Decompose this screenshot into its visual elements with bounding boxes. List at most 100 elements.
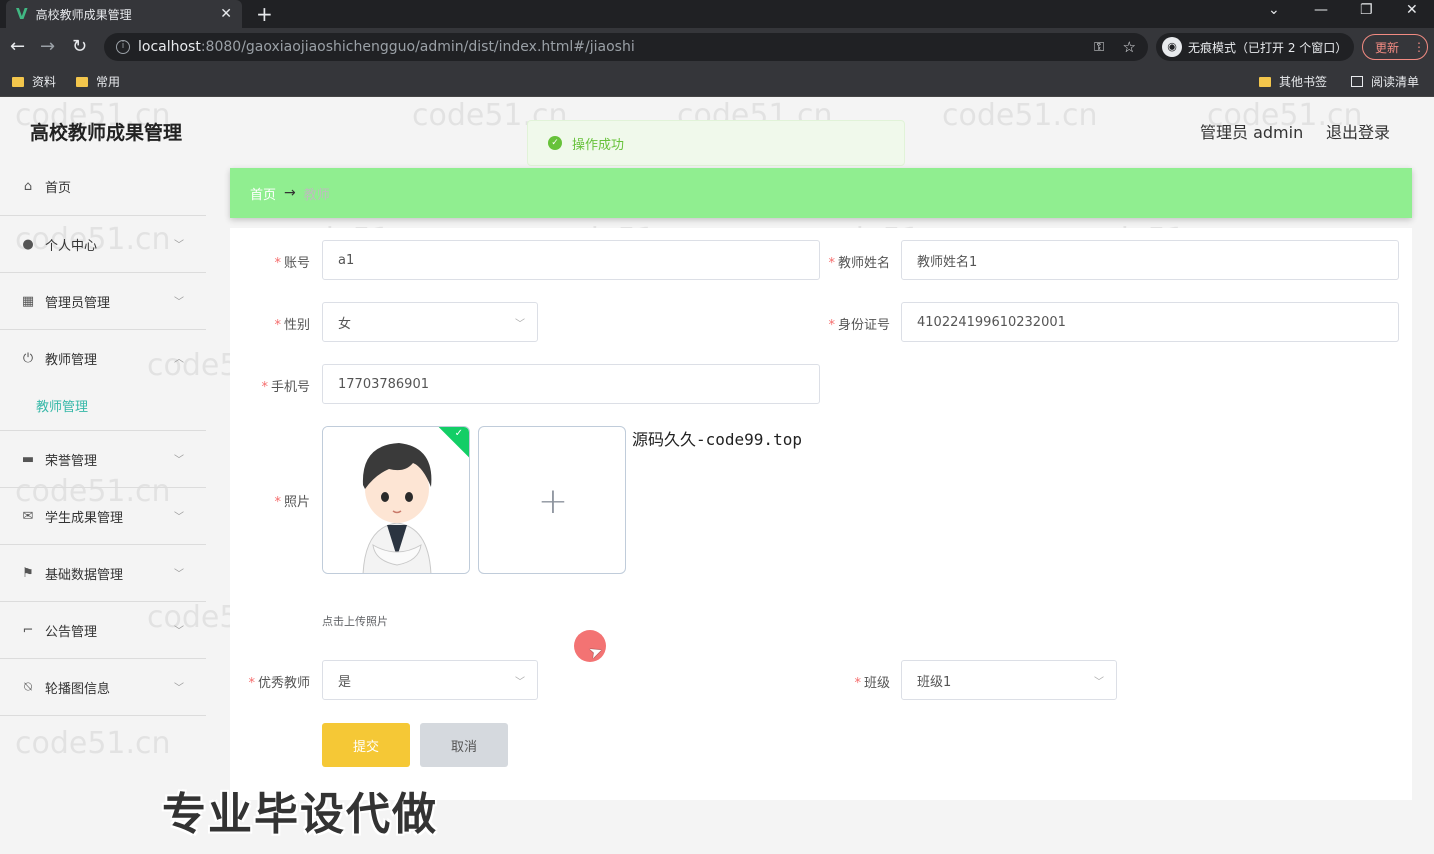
chevron-down-icon: ﹀ (174, 512, 184, 523)
flag-icon: ⚑ (22, 565, 34, 581)
key-icon[interactable]: ⚿ (1094, 40, 1104, 55)
sidebar-item-honors[interactable]: ▬ 荣誉管理 ﹀ (0, 431, 206, 488)
chevron-down-icon[interactable]: ⌄ (1268, 2, 1280, 18)
browser-tab[interactable]: V 高校教师成果管理 ✕ (6, 0, 242, 28)
photo-upload-button[interactable]: + (478, 426, 626, 574)
sidebar-item-student-results[interactable]: ✉ 学生成果管理 ﹀ (0, 488, 206, 545)
account-input[interactable]: a1 (322, 240, 820, 280)
phone-label: * 手机号 (261, 380, 310, 395)
back-icon[interactable]: ← (10, 36, 25, 57)
id-card-input[interactable]: 410224199610232001 (901, 302, 1399, 342)
chevron-down-icon: ﹀ (174, 569, 184, 580)
other-bookmarks[interactable]: 其他书签 (1259, 73, 1327, 90)
person-icon: ● (22, 236, 34, 252)
window-close-icon[interactable]: ✕ (1406, 2, 1418, 18)
chevron-down-icon: ﹀ (1094, 677, 1104, 688)
sidebar-item-home[interactable]: ⌂ 首页 (0, 158, 206, 216)
watermark: code51.cn (15, 726, 171, 761)
teacher-form: * 账号 a1 * 教师姓名 教师姓名1 * 性别 女 ﹀ * 身份证号 41022419… (230, 228, 1412, 800)
sidebar-item-carousel[interactable]: ⍉ 轮播图信息 ﹀ (0, 659, 206, 716)
reload-icon[interactable]: ↻ (72, 36, 87, 57)
crop-icon: ⌐ (22, 622, 34, 638)
toast-message: 操作成功 (572, 137, 625, 153)
success-toast: ✓ 操作成功 (527, 120, 905, 166)
arrow-right-icon: → (284, 185, 296, 201)
sidebar-item-notices[interactable]: ⌐ 公告管理 ﹀ (0, 602, 206, 659)
info-icon[interactable]: i (116, 40, 130, 54)
star-icon[interactable]: ☆ (1123, 38, 1136, 56)
incognito-indicator[interactable]: ◉ 无痕模式（已打开 2 个窗口） (1156, 33, 1354, 61)
sidebar-item-label: 轮播图信息 (45, 681, 111, 697)
phone-value: 17703786901 (338, 376, 429, 392)
excellent-teacher-label: * 优秀教师 (248, 676, 310, 691)
mail-icon: ✉ (22, 508, 34, 524)
breadcrumb: 首页 → 教师 (230, 168, 1412, 218)
logout-link[interactable]: 退出登录 (1326, 119, 1390, 143)
teacher-name-input[interactable]: 教师姓名1 (901, 240, 1399, 280)
sidebar-item-label: 个人中心 (45, 238, 98, 254)
sidebar-item-teachers[interactable]: ⏻ 教师管理 ︿ (0, 330, 206, 387)
teacher-avatar-image (323, 427, 469, 573)
photo-label: * 照片 (274, 495, 310, 510)
class-select[interactable]: 班级1 ﹀ (901, 660, 1117, 700)
minimize-icon[interactable]: — (1314, 2, 1328, 18)
sidebar-item-label: 荣誉管理 (45, 453, 98, 469)
chevron-down-icon: ﹀ (515, 677, 525, 688)
gender-select[interactable]: 女 ﹀ (322, 302, 538, 342)
chevron-down-icon: ﹀ (174, 455, 184, 466)
bookmark-label: 资料 (32, 75, 57, 89)
grid-icon: ▦ (21, 293, 35, 309)
bookmark-label: 阅读清单 (1371, 75, 1420, 89)
forward-icon[interactable]: → (40, 36, 55, 57)
sidebar-item-label: 基础数据管理 (45, 567, 124, 583)
sidebar-item-admins[interactable]: ▦ 管理员管理 ﹀ (0, 273, 206, 330)
reading-list[interactable]: 阅读清单 (1351, 73, 1419, 90)
phone-input[interactable]: 17703786901 (322, 364, 820, 404)
sidebar-subitem-teacher-management[interactable]: 教师管理 (0, 381, 206, 431)
tab-title: 高校教师成果管理 (35, 7, 132, 22)
cancel-button[interactable]: 取消 (420, 723, 508, 767)
update-button[interactable]: 更新 ⋮ (1362, 34, 1428, 60)
url-path: :8080/gaoxiaojiaoshichengguo/admin/dist/… (200, 39, 635, 55)
bell-off-icon: ⍉ (24, 679, 32, 695)
sidebar-item-profile[interactable]: ● 个人中心 ﹀ (0, 216, 206, 273)
chevron-up-icon: ︿ (174, 354, 184, 365)
submit-button[interactable]: 提交 (322, 723, 410, 767)
address-bar[interactable]: i localhost:8080/gaoxiaojiaoshichengguo/… (104, 33, 1148, 61)
gender-value: 女 (338, 316, 352, 332)
sidebar-item-base-data[interactable]: ⚑ 基础数据管理 ﹀ (0, 545, 206, 602)
browser-tab-strip: V 高校教师成果管理 ✕ + ⌄ — ❐ ✕ (0, 0, 1434, 28)
breadcrumb-home[interactable]: 首页 (250, 184, 276, 203)
more-icon[interactable]: ⋮ (1413, 40, 1425, 54)
restore-icon[interactable]: ❐ (1360, 2, 1373, 18)
app-title: 高校教师成果管理 (30, 122, 183, 144)
sidebar-item-label: 首页 (45, 181, 72, 196)
chevron-down-icon: ﹀ (174, 240, 184, 251)
browser-toolbar: ← → ↻ i localhost:8080/gaoxiaojiaoshiche… (0, 28, 1434, 66)
gender-label: * 性别 (274, 318, 310, 333)
chevron-down-icon: ﹀ (515, 319, 525, 330)
photo-thumbnail[interactable]: ✓ (322, 426, 470, 574)
excellent-teacher-select[interactable]: 是 ﹀ (322, 660, 538, 700)
power-icon: ⏻ (22, 351, 34, 366)
vue-logo-icon: V (16, 5, 28, 23)
sidebar-item-label: 公告管理 (45, 624, 98, 640)
teacher-name-value: 教师姓名1 (917, 254, 978, 270)
sidebar-item-label: 教师管理 (45, 353, 98, 368)
app-root: code51.cn code51.cn code51.cn code51.cn … (0, 98, 1434, 854)
bookmark-folder[interactable]: 资料 (12, 73, 56, 90)
bookmark-folder[interactable]: 常用 (76, 73, 120, 90)
class-value: 班级1 (917, 674, 952, 690)
id-card-label: * 身份证号 (828, 318, 890, 333)
new-tab-icon[interactable]: + (256, 2, 273, 26)
board-icon: ▬ (21, 451, 35, 467)
close-icon[interactable]: ✕ (220, 6, 232, 22)
folder-icon (12, 76, 24, 87)
chevron-down-icon: ﹀ (174, 297, 184, 308)
update-label: 更新 (1375, 40, 1400, 55)
folder-icon (1259, 76, 1271, 87)
id-card-value: 410224199610232001 (917, 314, 1066, 330)
sidebar-item-label: 学生成果管理 (45, 510, 124, 526)
class-label: * 班级 (854, 676, 890, 691)
incognito-label: 无痕模式（已打开 2 个窗口） (1188, 40, 1348, 55)
